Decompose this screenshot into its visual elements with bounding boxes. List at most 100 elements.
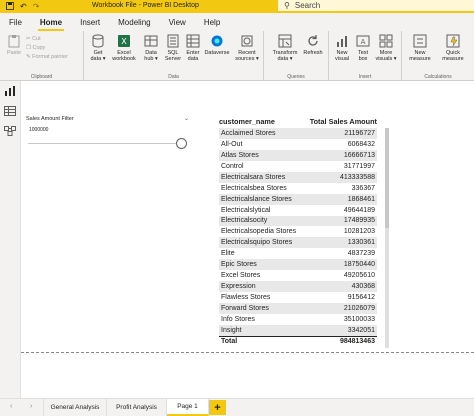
dataverse-label: Dataverse [204,50,230,56]
slider-handle[interactable] [176,138,187,149]
format-painter-button[interactable]: ✎ Format painter [26,53,68,62]
table-row[interactable]: Forward Stores 21026079 [219,303,377,314]
table-row[interactable]: All-Out 6068432 [219,139,377,150]
plus-icon: + [214,401,221,414]
sales-table[interactable]: customer_name Total Sales Amount Acclaim… [219,115,377,347]
text-box-button[interactable]: A Text box [354,34,372,62]
report-view-icon[interactable] [4,86,16,96]
scrollbar-thumb[interactable] [385,128,389,228]
tab-file[interactable]: File [0,18,31,31]
cell-sales-amount: 16666713 [343,151,375,159]
page-tab-label: Profit Analysis [116,404,157,411]
copy-button[interactable]: ❐ Copy [26,44,68,53]
canvas-page-boundary [21,352,474,353]
tab-help[interactable]: Help [195,18,229,31]
new-measure-label-2: measure [409,56,431,62]
cell-customer-name: Electricalsocity [221,217,268,225]
chevron-left-icon[interactable]: ‹ [10,403,12,410]
data-view-icon[interactable] [4,106,16,116]
cell-sales-amount: 1868461 [347,195,375,203]
page-tab-page-1[interactable]: Page 1 [167,399,209,416]
more-visuals-button[interactable]: More visuals ▾ [373,34,399,62]
calculations-group: New measure Quick measure Calculations [402,31,474,81]
sales-amount-slicer[interactable]: Sales Amount Filter ⌄ 1000000 [26,112,194,152]
column-header-customer[interactable]: customer_name [219,117,275,126]
tab-view[interactable]: View [160,18,195,31]
total-label: Total [221,338,238,346]
paste-button[interactable]: Paste [4,34,24,56]
table-row[interactable]: Control 31771997 [219,161,377,172]
page-tab-profit-analysis[interactable]: Profit Analysis [107,399,167,416]
redo-icon[interactable]: ↷ [33,2,40,11]
refresh-icon [308,35,318,46]
slicer-title: Sales Amount Filter [26,116,74,122]
excel-workbook-button[interactable]: X Excel workbook [111,34,137,62]
table-row[interactable]: Acclaimed Stores 21196727 [219,128,377,139]
slider-track[interactable] [28,143,182,144]
table-row[interactable]: Electricalsara Stores 413333588 [219,171,377,183]
new-measure-button[interactable]: New measure [406,34,434,62]
table-row[interactable]: Info Stores 35100033 [219,314,377,325]
tab-home[interactable]: Home [31,18,71,31]
enter-data-button[interactable]: Enter data [184,34,202,62]
cell-sales-amount: 10281203 [343,228,375,236]
data-hub-button[interactable]: Data hub ▾ [140,34,162,62]
copy-icon: ❐ [26,45,31,51]
page-tab-label: General Analysis [50,404,100,411]
table-row[interactable]: Electricalslytical 49644189 [219,205,377,216]
cell-sales-amount: 35100033 [343,315,375,323]
table-row[interactable]: Elite 4837239 [219,248,377,259]
cell-customer-name: Acclaimed Stores [221,129,276,137]
undo-icon[interactable]: ↶ [20,2,27,11]
table-row[interactable]: Electricalsbea Stores 336367 [219,183,377,194]
cell-customer-name: All-Out [221,140,243,148]
dataverse-button[interactable]: Dataverse [202,34,232,56]
model-view-icon[interactable] [4,126,16,136]
quick-measure-label-2: measure [442,56,464,62]
cell-customer-name: Expression [221,283,256,291]
search-box[interactable]: ⚲ Search [278,0,474,11]
quick-measure-icon [446,34,460,48]
table-row[interactable]: Electricalslance Stores 1868461 [219,193,377,205]
table-row[interactable]: Epic Stores 18750440 [219,259,377,271]
slicer-value-input[interactable]: 1000000 [29,127,48,133]
table-row[interactable]: Flawless Stores 9156412 [219,292,377,303]
ribbon: Paste ✂ Cut ❐ Copy ✎ Format painter Clip… [0,31,474,81]
data-group: Get data ▾ X Excel workbook Data hub ▾ S… [84,31,264,81]
table-row[interactable]: Electricalsquipo Stores 1330361 [219,237,377,249]
paste-label: Paste [6,50,22,56]
page-tab-general-analysis[interactable]: General Analysis [43,399,107,416]
cut-label: Cut [32,36,41,42]
menu-bar: File Home Insert Modeling View Help [0,13,474,31]
transform-data-button[interactable]: Transform data ▾ [270,34,300,62]
table-row[interactable]: Electricalsocity 17489935 [219,215,377,227]
cut-button[interactable]: ✂ Cut [26,35,68,44]
table-row[interactable]: Expression 430368 [219,281,377,293]
quick-measure-button[interactable]: Quick measure [438,34,468,62]
cell-customer-name: Electricalsbea Stores [221,184,287,192]
recent-sources-button[interactable]: Recent sources ▾ [234,34,260,62]
save-icon[interactable] [6,1,14,12]
sql-server-button[interactable]: SQL Server [163,34,183,62]
table-row[interactable]: Excel Stores 49205610 [219,270,377,281]
table-row[interactable]: Insight 3342051 [219,324,377,336]
queries-group-label: Queries [287,74,305,80]
cell-sales-amount: 1330361 [347,239,375,247]
column-header-sales[interactable]: Total Sales Amount [310,117,377,126]
chevron-down-icon[interactable]: ⌄ [184,115,189,122]
table-scrollbar[interactable] [385,128,389,348]
get-data-button[interactable]: Get data ▾ [87,34,109,62]
add-page-button[interactable]: + [209,400,226,415]
table-row[interactable]: Electricalsopedia Stores 10281203 [219,226,377,237]
table-row[interactable]: Atlas Stores 16666713 [219,149,377,161]
chevron-right-icon[interactable]: › [30,403,32,410]
calculations-group-label: Calculations [424,74,452,80]
tab-modeling[interactable]: Modeling [109,18,159,31]
search-placeholder: Search [294,1,321,10]
tab-insert[interactable]: Insert [71,18,109,31]
table-body: Acclaimed Stores 21196727 All-Out 6068432 At… [219,128,377,336]
new-visual-button[interactable]: New visual [332,34,352,62]
cell-sales-amount: 49644189 [343,206,375,214]
refresh-button[interactable]: Refresh [300,34,326,56]
new-visual-label-2: visual [334,56,350,62]
